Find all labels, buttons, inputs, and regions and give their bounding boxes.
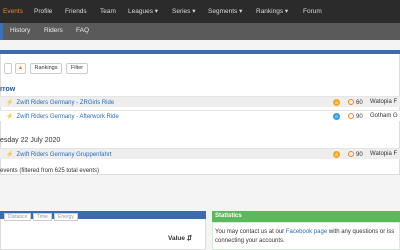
points: 60 <box>348 99 363 106</box>
event-link[interactable]: ⚡ Zwift Riders Germany Gruppenfahrt <box>6 151 112 158</box>
nav-rankings[interactable]: Rankings ▾ <box>256 7 288 16</box>
fire-icon: ▲ <box>17 65 24 71</box>
category-badge: a <box>333 151 340 158</box>
tab-distance[interactable]: Distance <box>4 213 32 221</box>
subnav-active-indicator <box>0 23 3 40</box>
route-name: Gotham G <box>370 113 398 119</box>
bolt-icon: ⚡ <box>6 114 14 120</box>
toolbar-small-button[interactable] <box>4 63 12 74</box>
subnav-faq[interactable]: FAQ <box>76 27 89 34</box>
points-icon <box>348 113 354 119</box>
statistics-title: Statistics <box>215 213 242 219</box>
subnav-riders[interactable]: Riders <box>44 27 63 34</box>
category-badge: a <box>333 99 340 106</box>
points: 90 <box>348 151 363 158</box>
event-link[interactable]: ⚡ Zwift Riders Germany - ZRGirls Ride <box>6 99 114 106</box>
nav-forum[interactable]: Forum <box>303 7 322 16</box>
events-summary: events (filtered from 625 total events) <box>0 168 100 174</box>
value-column-header[interactable]: Value ⇵ <box>168 234 192 242</box>
nav-leagues[interactable]: Leagues ▾ <box>128 7 158 16</box>
event-row[interactable]: ⚡ Zwift Riders Germany - ZRGirls Ride a 6… <box>0 96 400 107</box>
nav-series[interactable]: Series ▾ <box>172 7 196 16</box>
nav-profile[interactable]: Profile <box>34 7 52 16</box>
bolt-icon: ⚡ <box>6 100 14 106</box>
events-card-header-bar <box>0 50 400 54</box>
event-link[interactable]: ⚡ Zwift Riders Germany - Afterwork Ride <box>6 113 119 120</box>
top-navbar: Events Profile Friends Team Leagues ▾ Se… <box>0 0 400 23</box>
filter-button[interactable]: Filter <box>66 63 88 74</box>
day-heading: esday 22 July 2020 <box>0 137 61 144</box>
sub-navbar: History Riders FAQ <box>0 23 400 40</box>
route-name: Watopia F <box>370 99 398 105</box>
day-heading: rrow <box>0 86 16 93</box>
event-row[interactable]: ⚡ Zwift Riders Germany - Afterwork Ride e… <box>0 110 400 121</box>
nav-friends[interactable]: Friends <box>65 7 87 16</box>
points-icon <box>348 99 354 105</box>
nav-team[interactable]: Team <box>100 7 116 16</box>
tab-energy[interactable]: Energy <box>54 213 78 221</box>
facebook-link[interactable]: Facebook page <box>286 229 327 235</box>
points: 90 <box>348 113 363 120</box>
bolt-icon: ⚡ <box>6 152 14 158</box>
points-icon <box>348 151 354 157</box>
metric-tabs: Distance Time Energy <box>4 211 80 221</box>
nav-events[interactable]: Events <box>3 7 23 16</box>
rankings-button[interactable]: Rankings <box>30 63 62 74</box>
subnav-history[interactable]: History <box>10 27 30 34</box>
statistics-text: You may contact us at our Facebook page … <box>215 229 395 244</box>
route-name: Watopia F <box>370 151 398 157</box>
nav-segments[interactable]: Segments ▾ <box>208 7 242 16</box>
fire-icon-button[interactable]: ▲ <box>15 63 26 74</box>
category-badge: e <box>333 113 340 120</box>
tab-time[interactable]: Time <box>33 213 52 221</box>
event-row[interactable]: ⚡ Zwift Riders Germany Gruppenfahrt a 90 … <box>0 148 400 159</box>
